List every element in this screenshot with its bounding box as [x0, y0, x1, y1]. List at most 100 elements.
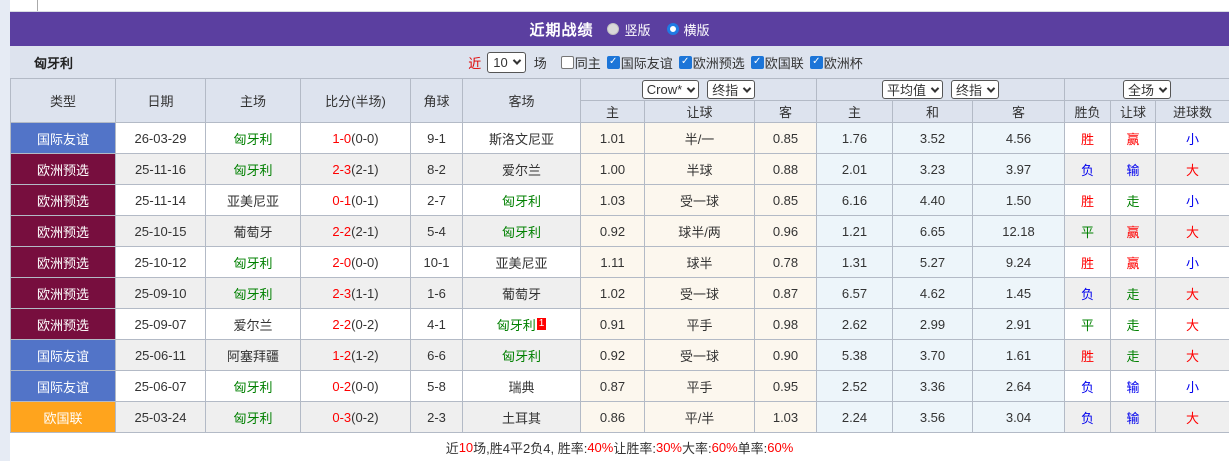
corner-count: 1-6: [410, 277, 463, 309]
fulltime-score: 0-3: [332, 409, 352, 425]
away-team-name: 匈牙利: [496, 317, 536, 333]
corner-count: 5-8: [410, 370, 463, 402]
odds-stage-select[interactable]: 终指: [707, 80, 756, 99]
away-team: 匈牙利: [462, 215, 581, 247]
header-date: 日期: [115, 78, 206, 123]
avg-home: 2.62: [816, 308, 893, 340]
away-team: 土耳其: [462, 401, 581, 433]
home-team-name: 匈牙利: [233, 286, 273, 302]
checkbox-checked[interactable]: ✓: [678, 55, 692, 69]
fulltime-score: 2-3: [332, 285, 352, 301]
avg-away: 4.56: [972, 122, 1065, 154]
match-date: 25-11-14: [115, 184, 206, 216]
odds-handicap: 平手: [644, 370, 755, 402]
avg-stage-select-value: 终指: [956, 83, 983, 98]
checkbox-label: 欧洲杯: [823, 55, 863, 71]
home-team: 葡萄牙: [205, 215, 301, 247]
fulltime-score: 2-2: [332, 316, 352, 332]
odds-home: 1.03: [580, 184, 645, 216]
avg-draw: 4.62: [892, 277, 973, 309]
title-bar: 近期战绩 竖版 横版: [10, 12, 1229, 46]
checkbox-checked[interactable]: ✓: [809, 55, 823, 69]
away-team: 匈牙利: [462, 184, 581, 216]
top-band: [10, 0, 1229, 12]
avg-draw: 6.65: [892, 215, 973, 247]
main-content: 近期战绩 竖版 横版 匈牙利 近 10 场 同主 ✓ 国际友谊 ✓ 欧洲预选 ✓ 欧国联 ✓ 欧洲…: [10, 0, 1229, 461]
odds-home: 0.86: [580, 401, 645, 433]
home-team-name: 匈牙利: [233, 255, 273, 271]
match-score: 2-3(1-1): [300, 277, 411, 309]
odds-stage-select-value: 终指: [712, 83, 739, 98]
checkbox-checked[interactable]: ✓: [606, 55, 620, 69]
odds-away: 0.78: [754, 246, 817, 278]
checkbox-label: 同主: [574, 55, 601, 71]
avg-away: 1.45: [972, 277, 1065, 309]
period-select[interactable]: 全场: [1123, 80, 1172, 99]
halftime-score: (1-2): [351, 347, 379, 363]
view-mode-label: 横版: [683, 22, 710, 38]
match-score: 2-2(0-2): [300, 308, 411, 340]
home-team: 爱尔兰: [205, 308, 301, 340]
match-row: 欧国联 25-03-24 匈牙利 0-3(0-2) 2-3 土耳其 0.86 平/半 1.03 2…: [10, 401, 1229, 433]
home-team-name: 匈牙利: [233, 131, 273, 147]
period-select-value: 全场: [1128, 83, 1155, 98]
odds-handicap: 半/一: [644, 122, 755, 154]
avg-away: 2.64: [972, 370, 1065, 402]
match-row: 国际友谊 25-06-07 匈牙利 0-2(0-0) 5-8 瑞典 0.87 平手 0.95 2.…: [10, 370, 1229, 402]
odds-home: 0.92: [580, 215, 645, 247]
away-team-name: 亚美尼亚: [495, 255, 548, 271]
summary-footer: 近 10 场,胜4平2负4, 胜率: 40% 让胜率: 30% 大率: 60% 单率: 60…: [10, 433, 1229, 461]
halftime-score: (1-1): [351, 285, 379, 301]
odds-home: 1.00: [580, 153, 645, 185]
checkbox-unchecked[interactable]: [560, 55, 574, 69]
avg-draw: 4.40: [892, 184, 973, 216]
odds-home: 0.92: [580, 339, 645, 371]
corner-count: 2-7: [410, 184, 463, 216]
view-mode-option-vertical[interactable]: 竖版: [607, 20, 651, 39]
avg-away: 2.91: [972, 308, 1065, 340]
recent-count-value: 10: [493, 54, 508, 70]
halftime-score: (2-1): [351, 161, 379, 177]
handicap-result: 输: [1110, 153, 1156, 185]
odds-handicap: 球半/两: [644, 215, 755, 247]
goals-result: 大: [1154, 308, 1229, 340]
card-badge: 1: [536, 317, 547, 330]
odds-group-header: Crow* 终指: [580, 78, 817, 101]
home-team-name: 亚美尼亚: [226, 193, 279, 209]
odds-away: 0.98: [754, 308, 817, 340]
odds-handicap: 半球: [644, 153, 755, 185]
subheader-odds-away: 客: [754, 100, 817, 123]
match-date: 25-06-11: [115, 339, 206, 371]
home-team: 匈牙利: [205, 370, 301, 402]
match-type-badge: 欧洲预选: [10, 308, 116, 340]
goals-result: 大: [1154, 277, 1229, 309]
odds-handicap: 受一球: [644, 184, 755, 216]
odds-handicap: 平/半: [644, 401, 755, 433]
home-team: 匈牙利: [205, 246, 301, 278]
match-date: 25-06-07: [115, 370, 206, 402]
summary-segment: 让胜率:: [613, 441, 656, 456]
odds-handicap: 球半: [644, 246, 755, 278]
home-team: 匈牙利: [205, 401, 301, 433]
home-team: 亚美尼亚: [205, 184, 301, 216]
avg-draw: 2.99: [892, 308, 973, 340]
match-date: 25-10-12: [115, 246, 206, 278]
away-team: 瑞典: [462, 370, 581, 402]
checkbox-checked[interactable]: ✓: [750, 55, 764, 69]
average-odds-select[interactable]: 平均值: [881, 80, 943, 99]
odds-handicap: 平手: [644, 308, 755, 340]
radio-icon: [666, 23, 679, 35]
handicap-result: 赢: [1110, 122, 1156, 154]
bookmaker-select[interactable]: Crow*: [641, 80, 700, 99]
recent-count-select[interactable]: 10: [487, 51, 526, 73]
avg-home: 1.31: [816, 246, 893, 278]
match-date: 25-11-16: [115, 153, 206, 185]
odds-home: 1.02: [580, 277, 645, 309]
view-mode-option-horizontal[interactable]: 横版: [666, 20, 710, 39]
home-team-name: 匈牙利: [233, 379, 273, 395]
avg-stage-select[interactable]: 终指: [951, 80, 1000, 99]
subheader-avg-draw: 和: [892, 100, 973, 123]
winloss-result: 胜: [1064, 184, 1111, 216]
avg-draw: 3.70: [892, 339, 973, 371]
radio-icon: [607, 23, 620, 35]
